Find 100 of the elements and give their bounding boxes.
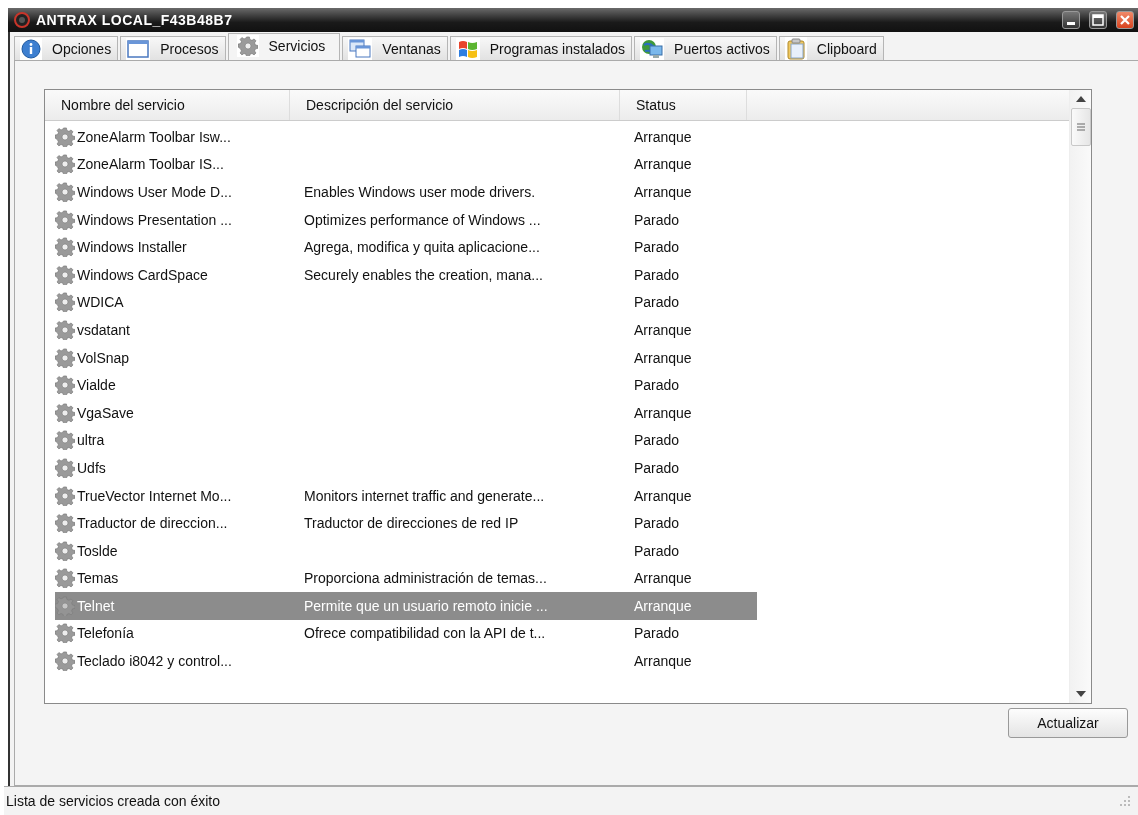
service-description: Enables Windows user mode drivers. bbox=[303, 184, 537, 200]
column-header[interactable]: Status bbox=[620, 90, 747, 120]
tab[interactable]: Clipboard bbox=[778, 36, 884, 60]
gear-icon bbox=[55, 126, 75, 147]
service-name: vsdatant bbox=[77, 321, 130, 338]
service-name: Windows Presentation ... bbox=[77, 211, 232, 228]
globe-monitor-icon bbox=[641, 38, 664, 59]
gear-icon bbox=[55, 292, 75, 313]
service-description: Permite que un usuario remoto inicie ... bbox=[303, 597, 549, 614]
gear-icon bbox=[55, 513, 75, 534]
gear-icon bbox=[55, 402, 75, 423]
service-name: Temas bbox=[77, 570, 119, 587]
service-description: Proporciona administración de temas... bbox=[303, 570, 548, 587]
service-status: Parado bbox=[633, 377, 681, 394]
service-status: Parado bbox=[633, 432, 681, 449]
gear-icon bbox=[55, 485, 75, 506]
gear-icon bbox=[55, 568, 75, 589]
minimize-button[interactable] bbox=[1062, 11, 1080, 29]
service-name: Teclado i8042 y control... bbox=[77, 653, 232, 670]
service-description: Traductor de direcciones de red IP bbox=[303, 515, 520, 532]
window-icon bbox=[127, 38, 150, 59]
service-name: Telefonía bbox=[77, 625, 134, 642]
resize-grip-icon bbox=[1120, 796, 1130, 806]
service-name: ultra bbox=[77, 432, 105, 449]
tab[interactable]: Puertos activos bbox=[634, 36, 777, 60]
service-status: Parado bbox=[633, 211, 681, 228]
maximize-button[interactable] bbox=[1089, 11, 1107, 29]
column-header[interactable]: Descripción del servicio bbox=[290, 90, 620, 120]
maximize-icon bbox=[1092, 14, 1104, 26]
overlapping-windows-icon bbox=[349, 38, 372, 59]
service-status: Arranque bbox=[633, 570, 693, 587]
service-status: Arranque bbox=[633, 487, 693, 504]
service-status: Parado bbox=[633, 625, 681, 642]
service-status: Arranque bbox=[633, 349, 693, 366]
service-name: ZoneAlarm Toolbar Isw... bbox=[77, 128, 231, 145]
service-name: Windows CardSpace bbox=[77, 266, 208, 283]
service-description: Monitors internet traffic and generate... bbox=[303, 487, 546, 504]
close-icon bbox=[1119, 14, 1131, 26]
service-status: Arranque bbox=[633, 321, 693, 338]
service-description: Ofrece compatibilidad con la API de t... bbox=[303, 625, 547, 642]
service-name: ZoneAlarm Toolbar IS... bbox=[77, 156, 224, 173]
minimize-icon bbox=[1067, 22, 1075, 25]
service-status: Arranque bbox=[633, 597, 693, 614]
tab[interactable]: Servicios bbox=[227, 33, 341, 61]
scrollbar[interactable] bbox=[1069, 90, 1091, 703]
service-name: VgaSave bbox=[77, 404, 134, 421]
service-status: Parado bbox=[633, 459, 681, 476]
tab[interactable]: Opciones bbox=[14, 36, 119, 60]
tab[interactable]: Procesos bbox=[120, 36, 226, 60]
service-status: Parado bbox=[633, 266, 681, 283]
gear-icon bbox=[55, 430, 75, 451]
service-status: Parado bbox=[633, 542, 681, 559]
gear-icon bbox=[55, 347, 75, 368]
gear-icon bbox=[55, 154, 75, 175]
tab[interactable]: Ventanas bbox=[342, 36, 448, 60]
scroll-thumb[interactable] bbox=[1070, 108, 1091, 146]
gear-icon bbox=[55, 182, 75, 202]
grip-lines-icon bbox=[1076, 122, 1085, 132]
four-color-flag-icon bbox=[456, 38, 479, 59]
service-status: Arranque bbox=[633, 128, 693, 145]
gear-icon bbox=[55, 623, 75, 644]
gear-icon bbox=[55, 540, 75, 561]
service-status: Arranque bbox=[633, 156, 693, 173]
service-name: Udfs bbox=[77, 459, 106, 476]
service-status: Parado bbox=[633, 515, 681, 532]
gear-icon bbox=[55, 209, 75, 230]
service-status: Arranque bbox=[633, 653, 693, 670]
service-status: Arranque bbox=[633, 404, 693, 421]
service-name: Windows User Mode D... bbox=[77, 184, 232, 200]
scroll-up-icon[interactable] bbox=[1075, 96, 1086, 102]
gear-icon bbox=[55, 457, 75, 478]
status-text: Lista de servicios creada con éxito bbox=[6, 793, 220, 809]
service-name: Vialde bbox=[77, 377, 116, 394]
service-status: Parado bbox=[633, 239, 681, 256]
service-name: TrueVector Internet Mo... bbox=[77, 487, 232, 504]
window-title: ANTRAX LOCAL_F43B48B7 bbox=[36, 12, 234, 28]
tab[interactable]: Programas instalados bbox=[449, 36, 633, 60]
gear-icon bbox=[237, 35, 258, 56]
service-description: Agrega, modifica y quita aplicacione... bbox=[303, 239, 541, 256]
gear-icon bbox=[55, 237, 75, 258]
service-name: Toslde bbox=[77, 542, 118, 559]
service-name: WDICA bbox=[77, 294, 124, 311]
service-description: Securely enables the creation, mana... bbox=[303, 266, 544, 283]
service-description: Optimizes performance of Windows ... bbox=[303, 211, 542, 228]
service-status: Parado bbox=[633, 294, 681, 311]
close-button[interactable] bbox=[1116, 11, 1134, 29]
gear-icon bbox=[55, 595, 75, 616]
service-status: Arranque bbox=[633, 184, 693, 200]
ring-logo-icon bbox=[14, 12, 30, 28]
gear-icon bbox=[55, 319, 75, 340]
refresh-button[interactable]: Actualizar bbox=[1008, 708, 1128, 738]
service-name: Telnet bbox=[77, 597, 115, 614]
gear-icon bbox=[55, 651, 75, 672]
service-name: Traductor de direccion... bbox=[77, 515, 228, 532]
scroll-down-icon[interactable] bbox=[1075, 691, 1086, 697]
gear-icon bbox=[55, 375, 75, 396]
service-name: VolSnap bbox=[77, 349, 130, 366]
service-name: Windows Installer bbox=[77, 239, 187, 256]
gear-icon bbox=[55, 264, 75, 285]
column-header[interactable]: Nombre del servicio bbox=[45, 90, 290, 120]
